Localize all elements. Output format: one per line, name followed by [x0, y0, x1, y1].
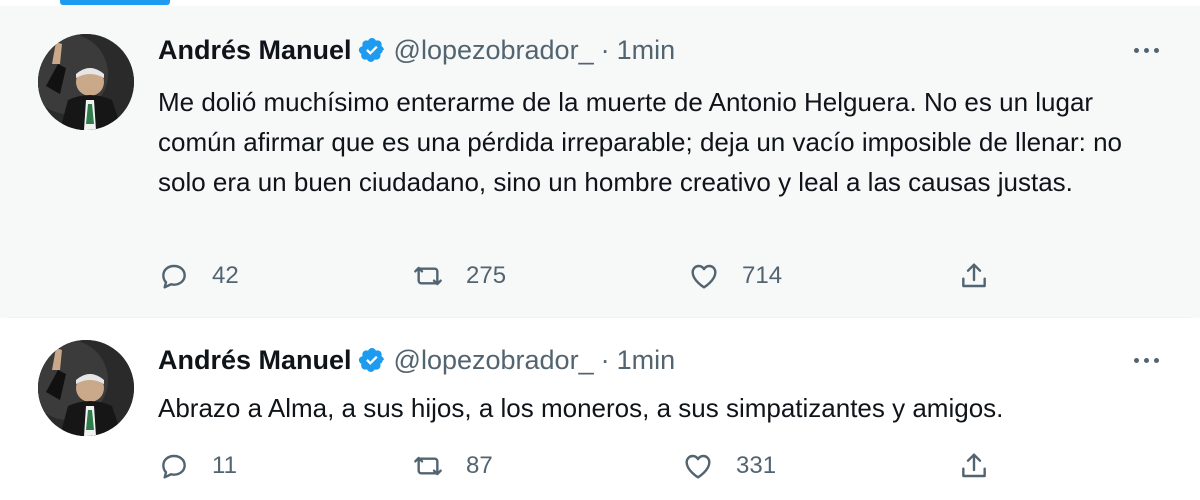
reply-icon: [158, 260, 190, 292]
reply-icon: [158, 450, 190, 482]
tweet-actions: 42 275 714: [158, 256, 1018, 296]
tweet-text: Me dolió muchísimo enterarme de la muert…: [158, 87, 1123, 197]
retweet-count: 275: [466, 262, 507, 289]
share-button[interactable]: [958, 446, 990, 486]
author-name[interactable]: Andrés Manuel: [158, 345, 352, 376]
author-handle[interactable]: @lopezobrador_: [394, 345, 594, 376]
tweet-header: Andrés Manuel @lopezobrador_ · 1min: [158, 340, 675, 380]
retweet-icon: [412, 450, 444, 482]
verified-icon: [358, 36, 386, 64]
separator: ·: [600, 344, 610, 375]
top-indicator: [60, 0, 170, 5]
more-icon[interactable]: [1128, 348, 1164, 372]
reply-count: 42: [212, 262, 239, 289]
retweet-count: 87: [466, 452, 493, 479]
tweet[interactable]: Andrés Manuel @lopezobrador_ · 1min Me d…: [0, 6, 1200, 318]
like-icon: [682, 450, 714, 482]
like-count: 331: [736, 452, 777, 479]
avatar[interactable]: [38, 34, 134, 130]
retweet-icon: [412, 260, 444, 292]
separator: ·: [600, 34, 610, 65]
share-button[interactable]: [958, 256, 990, 296]
timestamp[interactable]: 1min: [617, 345, 676, 376]
tweet-text: Abrazo a Alma, a sus hijos, a los monero…: [158, 393, 1004, 423]
like-icon: [688, 260, 720, 292]
retweet-button[interactable]: 275: [412, 256, 506, 296]
tweet[interactable]: Andrés Manuel @lopezobrador_ · 1min Abra…: [0, 318, 1200, 500]
share-icon: [958, 260, 990, 292]
timestamp[interactable]: 1min: [617, 35, 676, 66]
tweet-actions: 11 87 331: [158, 446, 1018, 486]
reply-count: 11: [212, 452, 237, 479]
like-count: 714: [742, 262, 783, 289]
like-button[interactable]: 714: [688, 256, 782, 296]
retweet-button[interactable]: 87: [412, 446, 493, 486]
reply-button[interactable]: 11: [158, 446, 237, 486]
like-button[interactable]: 331: [682, 446, 776, 486]
tweet-header: Andrés Manuel @lopezobrador_ · 1min: [158, 30, 675, 70]
author-name[interactable]: Andrés Manuel: [158, 35, 352, 66]
avatar[interactable]: [38, 340, 134, 436]
reply-button[interactable]: 42: [158, 256, 239, 296]
author-handle[interactable]: @lopezobrador_: [394, 35, 594, 66]
verified-icon: [358, 346, 386, 374]
more-icon[interactable]: [1128, 38, 1164, 62]
share-icon: [958, 450, 990, 482]
